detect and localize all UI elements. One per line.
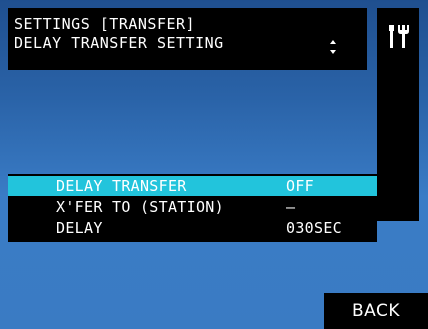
up-down-arrows-icon[interactable] [328,38,338,56]
sidebar-panel [377,8,419,221]
list-item-value: – [286,198,296,216]
list-item-value: 030SEC [286,219,342,237]
settings-list: DELAY TRANSFER OFF X'FER TO (STATION) – … [8,174,377,242]
list-item-value: OFF [286,177,314,195]
header-panel: SETTINGS [TRANSFER] DELAY TRANSFER SETTI… [8,8,367,70]
list-item-label: X'FER TO (STATION) [56,198,224,216]
tools-icon[interactable] [387,22,409,50]
screen-title: SETTINGS [TRANSFER] [14,15,196,33]
list-item-label: DELAY TRANSFER [56,177,187,195]
list-item-delay[interactable]: DELAY 030SEC [8,218,377,238]
back-button[interactable]: BACK [324,293,428,329]
list-item-delay-transfer[interactable]: DELAY TRANSFER OFF [8,176,377,196]
list-item-label: DELAY [56,219,103,237]
list-item-xfer-to-station[interactable]: X'FER TO (STATION) – [8,197,377,217]
screen-subtitle: DELAY TRANSFER SETTING [14,34,224,52]
